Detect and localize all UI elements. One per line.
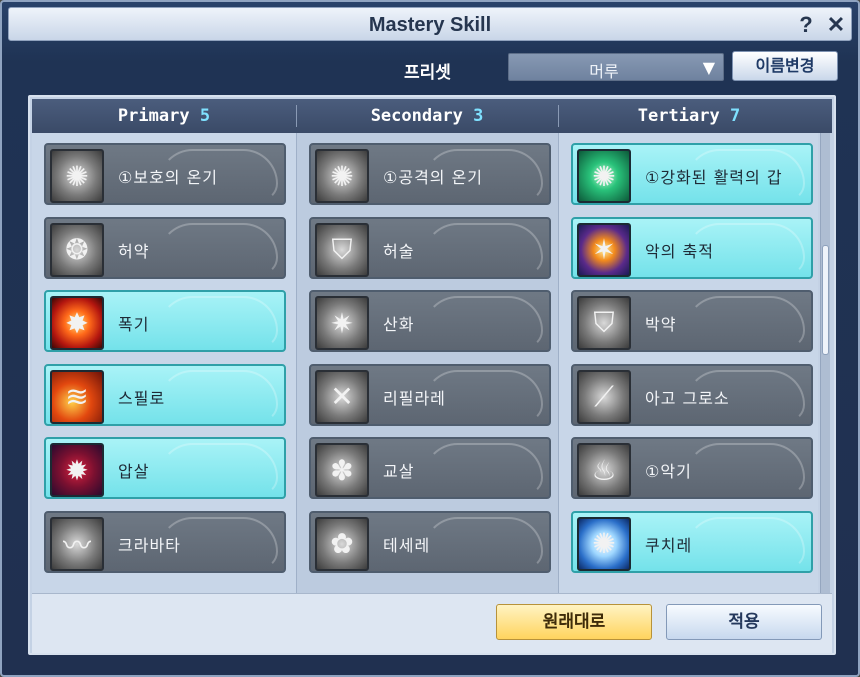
- snowflake-icon: ✺: [315, 149, 369, 203]
- spark-icon: ✶: [577, 222, 631, 277]
- fire-slash-icon: ≋: [50, 369, 104, 424]
- tile-swirl-decoration: [158, 222, 278, 275]
- tile-swirl-decoration: [158, 443, 278, 495]
- broken-shield-icon: ⛉: [315, 222, 369, 277]
- bubbles-icon: ❂: [50, 222, 104, 277]
- column-header-primary: Primary 5: [32, 99, 296, 133]
- skill-tile[interactable]: ✶ 악의 축적: [571, 216, 813, 279]
- scroll-thumb[interactable]: [822, 245, 829, 355]
- skill-label: 폭기: [118, 315, 150, 334]
- skill-tile[interactable]: ✺ ①보호의 온기: [44, 143, 286, 205]
- skill-panel: Primary 5 Secondary 3 Tertiary 7 ✺ ①보호의 온…: [28, 95, 836, 655]
- close-icon[interactable]: ✕: [823, 12, 849, 38]
- window-title: Mastery Skill: [368, 14, 492, 36]
- skill-tile[interactable]: ✷ 산화: [309, 290, 551, 352]
- skill-label: 교살: [383, 462, 415, 481]
- skill-label: 쿠치레: [645, 535, 693, 555]
- skill-label: 아고 그로소: [645, 388, 730, 408]
- column-secondary: ✺ ①공격의 온기 ⛉ 허술 ✷ 산화 ✕ 리필라레 ✽ 교살 ✿ 테세레: [296, 133, 558, 593]
- column-tertiary: ✺ ①강화된 활력의 갑 ✶ 악의 축적 ⛉ 박약 ⟋ 아고 그로소 ♨ ①악기 ✺ 쿠치레: [558, 133, 818, 593]
- column-count: 3: [473, 106, 484, 126]
- skill-tile[interactable]: ✕ 리필라레: [309, 363, 551, 426]
- skill-tile[interactable]: ✹ 압살: [44, 437, 286, 499]
- wind-icon: 〰: [50, 516, 104, 571]
- preset-label: 프리셋: [404, 63, 451, 83]
- skill-tile[interactable]: ⛉ 허술: [309, 216, 551, 279]
- skill-label: 스필로: [118, 388, 166, 408]
- skill-tile[interactable]: ✸ 폭기: [44, 290, 286, 352]
- skill-tile[interactable]: ⛉ 박약: [571, 290, 813, 352]
- rename-button[interactable]: 이름변경: [732, 51, 838, 81]
- bind-icon: ✽: [315, 443, 369, 497]
- tile-swirl-decoration: [158, 369, 278, 422]
- skill-label: ①악기: [645, 462, 692, 481]
- skill-tile[interactable]: ≋ 스필로: [44, 363, 286, 426]
- crush-icon: ✹: [50, 443, 104, 497]
- tile-swirl-decoration: [685, 516, 805, 569]
- spear-icon: ⟋: [577, 369, 631, 424]
- tile-swirl-decoration: [158, 296, 278, 348]
- skill-label: 악의 축적: [645, 241, 714, 261]
- broken-shield-icon: ⛉: [577, 296, 631, 350]
- skill-label: 테세레: [383, 535, 431, 555]
- column-header-secondary: Secondary 3: [296, 99, 558, 133]
- column-count: 7: [729, 106, 741, 126]
- tile-swirl-decoration: [423, 296, 543, 348]
- tile-swirl-decoration: [685, 296, 805, 348]
- chevron-down-icon: ▼: [702, 58, 715, 77]
- snowflake-icon: ✺: [577, 149, 631, 203]
- skill-label: 허술: [383, 241, 415, 261]
- skill-tile[interactable]: ♨ ①악기: [571, 437, 813, 499]
- snowflake-icon: ✺: [50, 149, 104, 203]
- knot-icon: ✿: [315, 516, 369, 571]
- column-header-tertiary: Tertiary 7: [558, 99, 820, 133]
- explosion-icon: ✸: [50, 296, 104, 350]
- skill-label: 크라바타: [118, 535, 181, 555]
- skill-label: 박약: [645, 315, 677, 334]
- column-primary: ✺ ①보호의 온기 ❂ 허약 ✸ 폭기 ≋ 스필로 ✹ 압살 〰 크라바타: [32, 133, 296, 593]
- crossed-blades-icon: ✕: [315, 369, 369, 424]
- help-icon[interactable]: ?: [793, 12, 819, 38]
- column-name: Primary: [117, 106, 190, 126]
- skill-tile[interactable]: ✽ 교살: [309, 437, 551, 499]
- footer: 원래대로 적용: [32, 593, 832, 653]
- skill-tile[interactable]: ✿ 테세레: [309, 510, 551, 573]
- skill-tile[interactable]: ❂ 허약: [44, 216, 286, 279]
- ice-burst-icon: ✺: [577, 516, 631, 571]
- skill-tile[interactable]: ✺ ①공격의 온기: [309, 143, 551, 205]
- tile-swirl-decoration: [685, 443, 805, 495]
- skill-label: ①공격의 온기: [383, 168, 484, 187]
- column-name: Secondary: [370, 106, 463, 126]
- column-count: 5: [199, 106, 211, 126]
- skill-tile[interactable]: 〰 크라바타: [44, 510, 286, 573]
- tile-swirl-decoration: [423, 443, 543, 495]
- skill-label: ①강화된 활력의 갑: [645, 168, 783, 187]
- reset-button[interactable]: 원래대로: [496, 604, 652, 640]
- column-name: Tertiary: [637, 106, 720, 126]
- burst-icon: ✷: [315, 296, 369, 350]
- aura-icon: ♨: [577, 443, 631, 497]
- skill-label: 산화: [383, 315, 415, 334]
- tile-swirl-decoration: [423, 222, 543, 275]
- skill-label: 압살: [118, 462, 150, 481]
- skill-label: ①보호의 온기: [118, 168, 219, 187]
- skill-tile[interactable]: ✺ ①강화된 활력의 갑: [571, 143, 813, 205]
- title-bar[interactable]: Mastery Skill ? ✕: [8, 7, 852, 41]
- mastery-skill-window: Mastery Skill ? ✕ 프리셋 머루 ▼ 이름변경 Primary …: [0, 0, 860, 677]
- scrollbar[interactable]: [820, 133, 830, 593]
- skill-tile[interactable]: ✺ 쿠치레: [571, 510, 813, 573]
- preset-dropdown[interactable]: 머루 ▼: [508, 53, 724, 81]
- columns-header: Primary 5 Secondary 3 Tertiary 7: [32, 99, 832, 133]
- apply-button[interactable]: 적용: [666, 604, 822, 640]
- preset-selected-value: 머루: [589, 62, 619, 81]
- tile-swirl-decoration: [423, 516, 543, 569]
- skill-tile[interactable]: ⟋ 아고 그로소: [571, 363, 813, 426]
- skill-label: 리필라레: [383, 388, 446, 408]
- skill-label: 허약: [118, 241, 150, 261]
